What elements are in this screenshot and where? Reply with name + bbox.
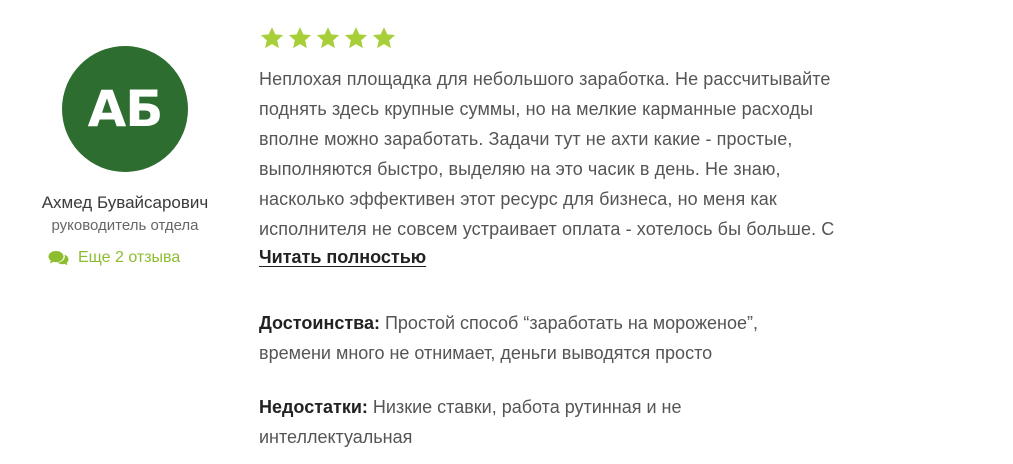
cons-text-continued: интеллектуальная [259, 427, 413, 447]
pros-section: Достоинства: Простой способ “заработать … [259, 308, 959, 368]
more-reviews-link[interactable]: Еще 2 отзыва [48, 249, 180, 267]
read-more-link[interactable]: Читать полностью [259, 247, 426, 268]
pros-text: Простой способ “заработать на мороженое”… [379, 313, 758, 333]
pros-line: Достоинства: Простой способ “заработать … [259, 308, 959, 338]
cons-label: Недостатки: [259, 397, 368, 417]
star-icon [371, 26, 397, 51]
cons-text: Низкие ставки, работа рутинная и не [367, 397, 682, 417]
author-name: Ахмед Бувайсарович [41, 193, 209, 212]
review-text-line: вполне можно заработать. Задачи тут не а… [259, 129, 793, 149]
cons-section: Недостатки: Низкие ставки, работа рутинн… [259, 392, 959, 452]
cons-line: Недостатки: Низкие ставки, работа рутинн… [259, 392, 959, 422]
review-text-line: Неплохая площадка для небольшого заработ… [259, 69, 831, 89]
rating-stars [259, 26, 397, 51]
author-role: руководитель отдела [51, 217, 199, 234]
more-reviews-label: Еще 2 отзыва [78, 249, 181, 266]
pros-label: Достоинства: [259, 313, 380, 333]
avatar: АБ [62, 46, 188, 172]
review-card: АБ Ахмед Бувайсарович руководитель отдел… [0, 0, 1013, 464]
comments-icon [48, 250, 69, 266]
star-icon [287, 26, 313, 51]
star-icon [259, 26, 285, 51]
pros-text-continued: времени много не отнимает, деньги выводя… [259, 343, 713, 363]
review-text-line: поднять здесь крупные суммы, но на мелки… [259, 99, 814, 119]
star-icon [315, 26, 341, 51]
star-icon [343, 26, 369, 51]
review-text-line: насколько эффективен этот ресурс для биз… [259, 189, 777, 209]
review-text-line: выполняются быстро, выделяю на это часик… [259, 159, 781, 179]
review-text-line: исполнителя не совсем устраивает оплата … [259, 219, 835, 239]
review-text: Неплохая площадка для небольшого заработ… [259, 64, 959, 244]
avatar-initials: АБ [87, 80, 164, 138]
